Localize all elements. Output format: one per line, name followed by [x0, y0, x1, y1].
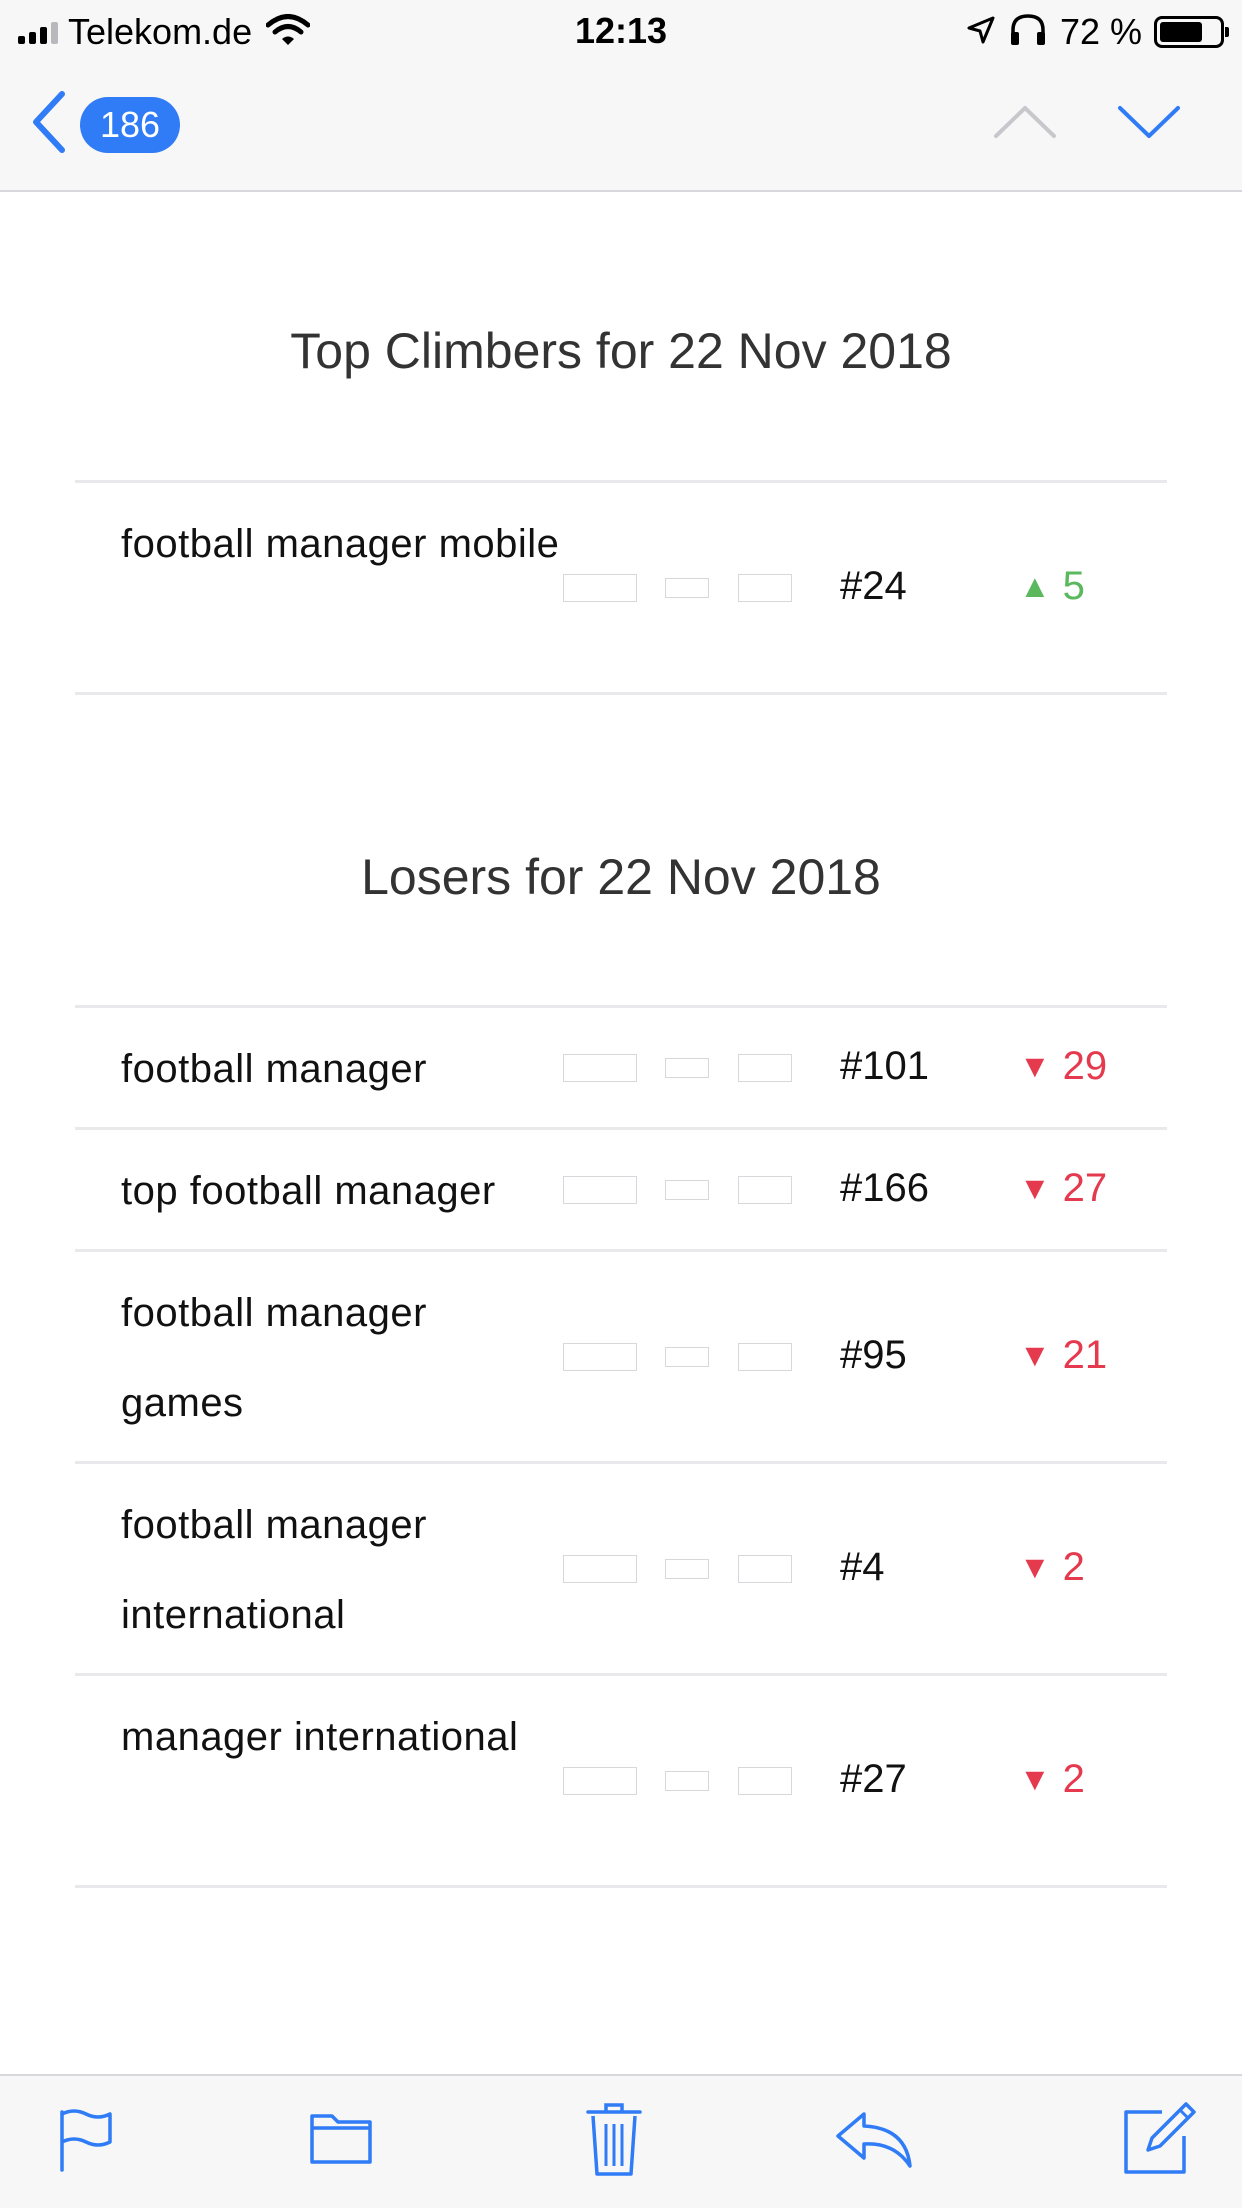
placeholder-box	[738, 574, 792, 602]
arrow-down-icon: ▼	[1019, 1761, 1051, 1797]
keyword-label: football manager international	[121, 1503, 427, 1637]
keyword-row: football manager #101 ▼ 29	[75, 1008, 1167, 1130]
navigation-bar: 186	[0, 62, 1242, 192]
rank-value: #27	[840, 1757, 907, 1801]
placeholder-box	[665, 1347, 709, 1367]
rank-change-value: 21	[1062, 1333, 1108, 1377]
placeholder-box	[563, 1343, 637, 1371]
placeholder-box	[665, 578, 709, 598]
chevron-down-icon	[1116, 106, 1182, 146]
losers-title: Losers for 22 Nov 2018	[361, 849, 881, 905]
status-bar: Telekom.de 12:13 72 %	[0, 0, 1242, 62]
compose-button[interactable]	[1122, 2096, 1198, 2179]
unread-count-badge: 186	[80, 96, 180, 153]
placeholder-box	[563, 1767, 637, 1795]
placeholder-box	[738, 1054, 792, 1082]
move-to-folder-button[interactable]	[308, 2106, 374, 2171]
keyword-label: top football manager	[121, 1169, 496, 1213]
keyword-row: top football manager #166 ▼ 27	[75, 1130, 1167, 1252]
arrow-up-icon: ▲	[1019, 568, 1051, 604]
placeholder-box	[738, 1176, 792, 1204]
folder-icon	[308, 2114, 374, 2170]
rank-change: ▼ 29	[1019, 1044, 1107, 1089]
rank-change-value: 29	[1062, 1044, 1108, 1088]
battery-percentage: 72 %	[1059, 11, 1142, 52]
back-button[interactable]: 186	[30, 90, 180, 159]
battery-icon	[1154, 16, 1229, 48]
placeholder-box	[665, 1180, 709, 1200]
placeholder-box	[738, 1767, 792, 1795]
rank-value: #95	[840, 1333, 907, 1377]
rank-change: ▼ 2	[1019, 1545, 1085, 1590]
keyword-row: football manager games #95 ▼ 21	[75, 1252, 1167, 1464]
next-message-button[interactable]	[1116, 102, 1182, 147]
compose-icon	[1122, 2102, 1198, 2178]
placeholder-box	[563, 1054, 637, 1082]
climbers-title: Top Climbers for 22 Nov 2018	[290, 323, 952, 379]
placeholder-box	[738, 1343, 792, 1371]
location-arrow-icon	[966, 15, 996, 50]
previous-message-button[interactable]	[992, 102, 1058, 147]
placeholder-box	[665, 1771, 709, 1791]
keyword-row: football manager international #4 ▼ 2	[75, 1464, 1167, 1676]
trash-icon	[584, 2103, 644, 2182]
rank-value: #4	[840, 1545, 885, 1589]
delete-button[interactable]	[584, 2100, 644, 2183]
arrow-down-icon: ▼	[1019, 1337, 1051, 1373]
rank-change: ▲ 5	[1019, 564, 1085, 609]
headphones-icon	[1008, 13, 1048, 52]
back-chevron-icon	[30, 90, 70, 159]
keyword-row: football manager mobile #24 ▲ 5	[75, 483, 1167, 695]
rank-change-value: 2	[1062, 1757, 1085, 1801]
flag-icon	[56, 2109, 116, 2176]
rank-change-value: 27	[1062, 1166, 1108, 1210]
reply-icon	[834, 2112, 914, 2174]
rank-change-value: 5	[1062, 564, 1085, 608]
placeholder-box	[665, 1559, 709, 1579]
placeholder-box	[563, 1176, 637, 1204]
bottom-toolbar	[0, 2074, 1242, 2208]
rank-value: #166	[840, 1166, 929, 1210]
keyword-row: manager international #27 ▼ 2	[75, 1676, 1167, 1888]
reply-button[interactable]	[834, 2106, 914, 2175]
keyword-label: football manager mobile	[121, 522, 560, 566]
placeholder-box	[563, 1555, 637, 1583]
rank-change: ▼ 21	[1019, 1333, 1107, 1378]
placeholder-box	[738, 1555, 792, 1583]
keyword-label: manager international	[121, 1715, 519, 1759]
arrow-down-icon: ▼	[1019, 1549, 1051, 1585]
rank-change-value: 2	[1062, 1545, 1085, 1589]
losers-list: football manager #101 ▼ 29 top football mana…	[75, 1005, 1167, 1888]
keyword-label: football manager games	[121, 1291, 427, 1425]
keyword-label: football manager	[121, 1047, 427, 1091]
rank-change: ▼ 2	[1019, 1757, 1085, 1802]
chevron-up-icon	[992, 106, 1058, 146]
rank-value: #101	[840, 1044, 929, 1088]
climbers-list: football manager mobile #24 ▲ 5	[75, 480, 1167, 695]
rank-change: ▼ 27	[1019, 1166, 1107, 1211]
flag-button[interactable]	[56, 2106, 116, 2177]
arrow-down-icon: ▼	[1019, 1170, 1051, 1206]
rank-value: #24	[840, 564, 907, 608]
placeholder-box	[665, 1058, 709, 1078]
placeholder-box	[563, 574, 637, 602]
arrow-down-icon: ▼	[1019, 1048, 1051, 1084]
